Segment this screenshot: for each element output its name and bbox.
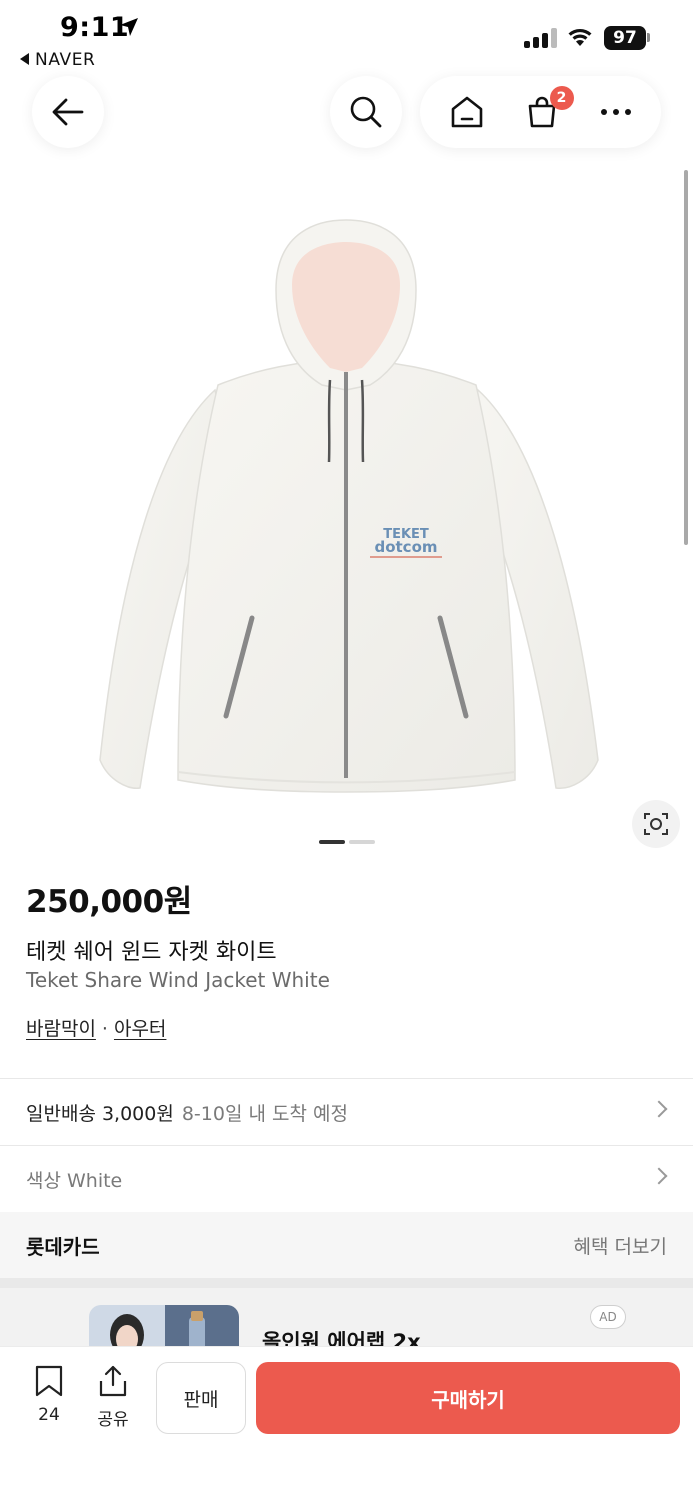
back-to-app-link[interactable]: NAVER — [20, 50, 95, 70]
image-carousel-pager — [319, 840, 375, 844]
product-name-english: Teket Share Wind Jacket White — [26, 968, 330, 992]
cart-count-badge: 2 — [549, 86, 574, 110]
product-price: 250,000원 — [26, 884, 192, 920]
wifi-icon — [568, 29, 592, 46]
card-benefit-more-link[interactable]: 혜택 더보기 — [574, 1232, 667, 1259]
battery-tip — [647, 33, 650, 42]
sell-button[interactable]: 판매 — [156, 1362, 246, 1434]
more-horizontal-icon[interactable] — [599, 107, 633, 117]
location-arrow-icon — [120, 18, 138, 36]
pager-dot-active[interactable] — [319, 840, 345, 844]
share-label: 공유 — [97, 1410, 129, 1430]
buy-button[interactable]: 구매하기 — [256, 1362, 680, 1434]
category-separator: · — [101, 1018, 108, 1040]
cart-button[interactable]: 2 — [522, 86, 574, 132]
shipping-eta: 8-10일 내 도착 예정 — [181, 1102, 348, 1125]
arrow-left-icon — [52, 98, 84, 126]
ad-strip — [0, 1278, 693, 1288]
back-button[interactable] — [32, 76, 104, 148]
shipping-label: 일반배송 3,000원 — [26, 1102, 174, 1125]
search-icon — [350, 96, 382, 128]
image-search-button[interactable] — [632, 800, 680, 848]
battery-indicator: 97 — [604, 26, 646, 50]
share-button[interactable]: 공유 — [88, 1365, 138, 1430]
ad-banner[interactable]: 올인원 에어랩 2x AD — [0, 1278, 693, 1348]
home-icon[interactable] — [449, 95, 485, 129]
category-link-outer[interactable]: 아우터 — [114, 1018, 166, 1040]
chevron-right-icon — [650, 1100, 668, 1118]
shipping-row[interactable]: 일반배송 3,000원 8-10일 내 도착 예정 — [0, 1079, 693, 1145]
product-image[interactable]: TEKET dotcom — [0, 190, 693, 830]
color-option-row[interactable]: 색상 White — [0, 1146, 693, 1212]
ad-thumbnail — [89, 1305, 239, 1348]
share-icon — [99, 1365, 127, 1397]
card-benefit-row[interactable]: 롯데카드 혜택 더보기 — [0, 1212, 693, 1278]
bottom-action-bar: 24 공유 판매 구매하기 — [0, 1346, 693, 1500]
ad-title: 올인원 에어랩 2x — [262, 1330, 421, 1348]
product-category: 바람막이 · 아우터 — [26, 1014, 166, 1041]
logo-line2: dotcom — [374, 538, 437, 556]
color-option-label: 색상 White — [26, 1169, 123, 1192]
bookmark-count: 24 — [38, 1405, 60, 1425]
nav-actions-group: 2 — [420, 76, 661, 148]
pager-dot[interactable] — [349, 840, 375, 844]
camera-lens-icon — [644, 813, 668, 835]
ad-badge: AD — [590, 1305, 626, 1329]
jacket-illustration: TEKET dotcom — [99, 219, 599, 793]
product-name-korean: 테켓 쉐어 윈드 자켓 화이트 — [26, 940, 277, 965]
cellular-signal-icon — [524, 28, 558, 48]
bookmark-button[interactable]: 24 — [24, 1365, 74, 1425]
category-link-windbreaker[interactable]: 바람막이 — [26, 1018, 96, 1040]
back-triangle-icon — [20, 53, 29, 65]
search-button[interactable] — [330, 76, 402, 148]
card-benefit-name: 롯데카드 — [26, 1234, 100, 1259]
status-bar: 9:11 NAVER 97 — [0, 0, 693, 80]
back-app-label: NAVER — [35, 50, 96, 70]
bookmark-icon — [35, 1365, 63, 1397]
chevron-right-icon — [650, 1167, 668, 1185]
